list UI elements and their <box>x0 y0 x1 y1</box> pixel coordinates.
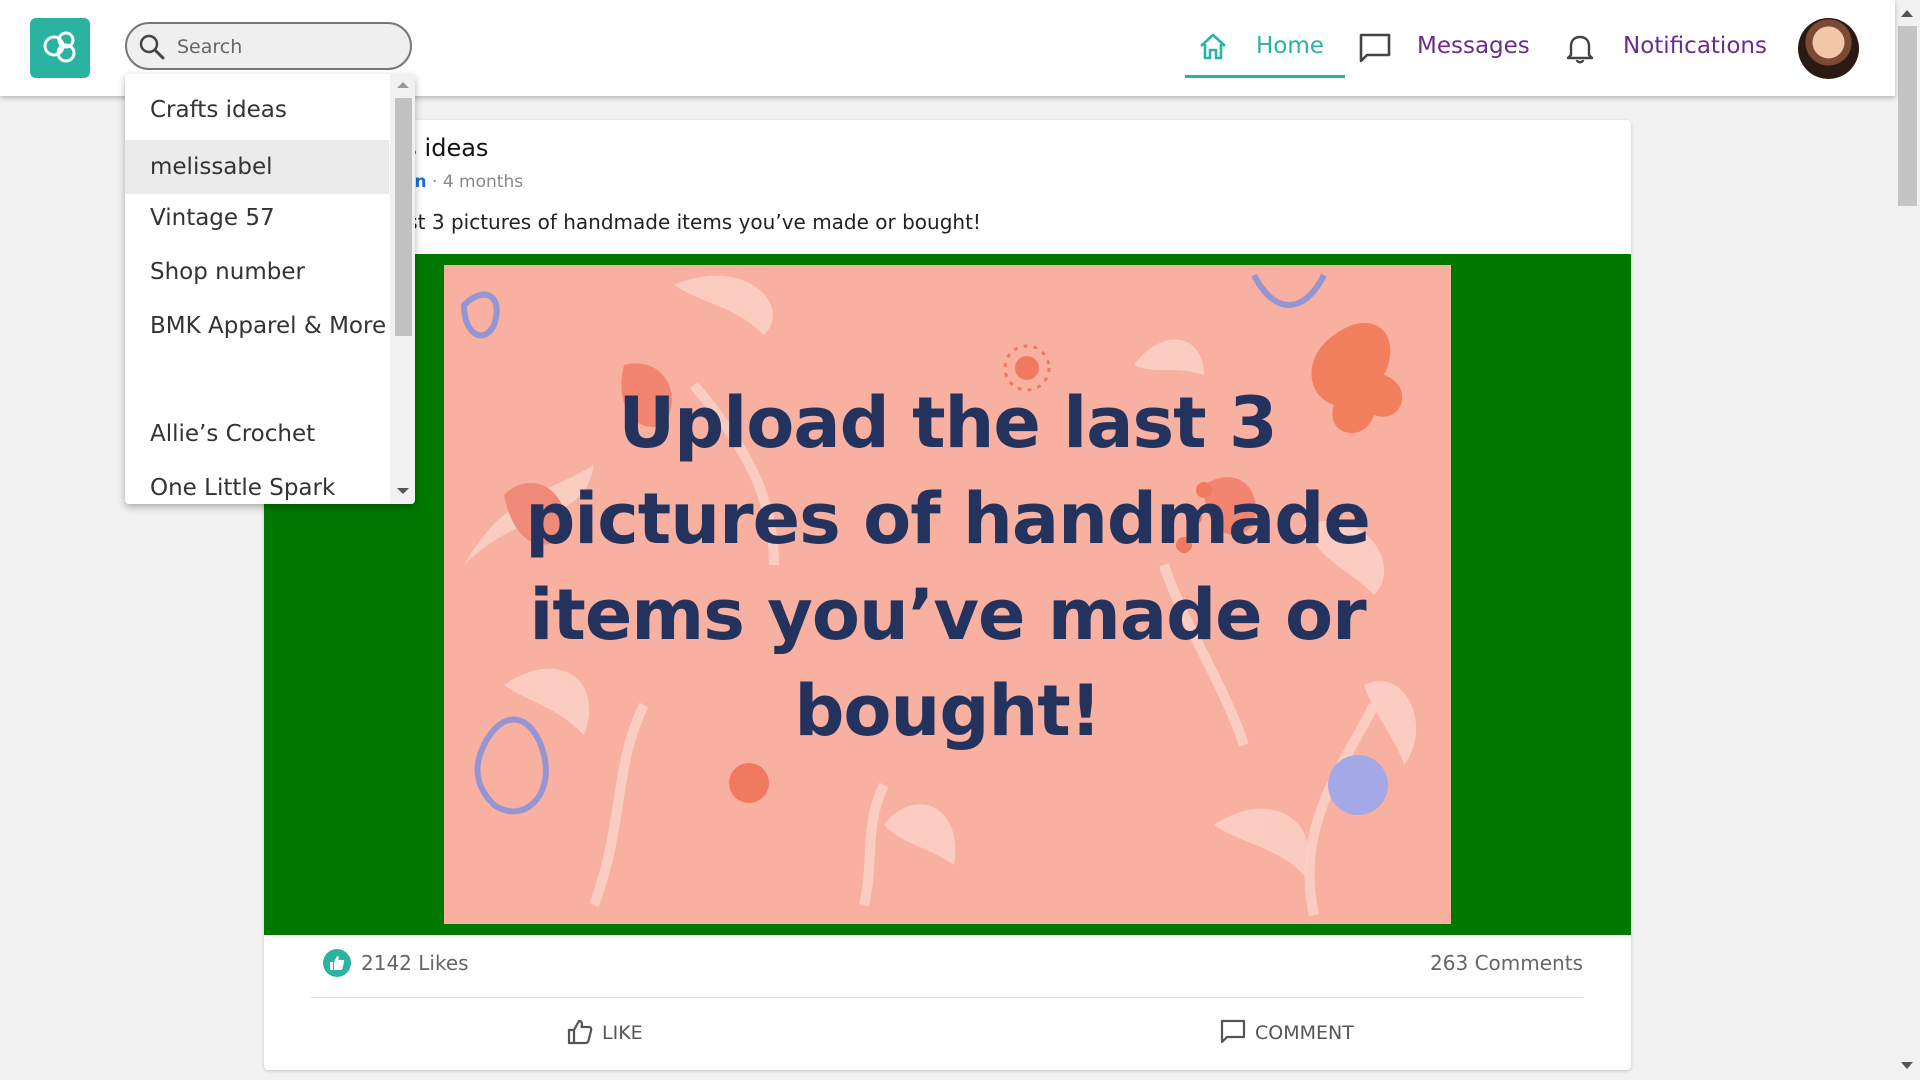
post-timestamp: · 4 months <box>432 172 524 192</box>
scroll-up-arrow-icon[interactable] <box>397 82 409 88</box>
comment-button[interactable]: COMMENT <box>1219 1012 1369 1052</box>
comment-button-label: COMMENT <box>1255 1022 1354 1044</box>
bell-icon <box>1566 35 1594 64</box>
post-body-text: ast 3 pictures of handmade items you’ve … <box>395 210 981 234</box>
scrollbar-thumb[interactable] <box>1898 26 1917 206</box>
dropdown-scrollbar[interactable] <box>390 74 415 504</box>
suggestion-item[interactable]: BMK Apparel & More <box>125 308 389 344</box>
dropdown-scrollbar-thumb[interactable] <box>395 98 412 336</box>
nav-messages[interactable]: Messages <box>1358 0 1530 80</box>
likes-count[interactable]: 2142 Likes <box>361 951 469 975</box>
home-icon <box>1200 33 1226 60</box>
comment-icon <box>1220 1019 1246 1044</box>
post-actions: LIKE COMMENT <box>311 998 1583 1070</box>
nav-home[interactable]: Home <box>1185 0 1345 80</box>
suggestion-item[interactable]: One Little Spark <box>125 470 389 504</box>
like-button[interactable]: LIKE <box>566 1012 676 1052</box>
suggestion-item[interactable]: Shop number <box>125 254 389 290</box>
search-icon <box>139 34 165 60</box>
like-button-label: LIKE <box>602 1022 643 1044</box>
avatar[interactable] <box>1798 18 1859 79</box>
scroll-down-arrow-icon[interactable] <box>397 488 409 494</box>
post-image: Upload the last 3 pictures of handmade i… <box>444 265 1451 924</box>
app-logo-icon[interactable] <box>30 18 90 78</box>
comments-count[interactable]: 263 Comments <box>1430 951 1583 975</box>
thumbs-up-icon <box>567 1019 593 1045</box>
scroll-down-arrow-icon[interactable] <box>1901 1062 1913 1069</box>
suggestion-item[interactable]: Vintage 57 <box>125 200 389 236</box>
nav-notifications-label: Notifications <box>1623 33 1767 59</box>
search-box[interactable] <box>125 22 412 70</box>
chat-bubble-icon <box>1359 33 1391 63</box>
thumbs-up-badge-icon <box>323 949 351 977</box>
active-tab-indicator <box>1185 75 1345 78</box>
post-stats: 2142 Likes 263 Comments <box>311 935 1583 998</box>
search-suggestions-dropdown: Crafts ideas melissabel Vintage 57 Shop … <box>125 74 415 504</box>
suggestion-item[interactable]: Allie’s Crochet <box>125 416 389 452</box>
nav-home-label: Home <box>1256 33 1324 59</box>
post-card: ts ideas fun · 4 months ast 3 pictures o… <box>264 120 1631 1070</box>
page-scrollbar[interactable] <box>1895 0 1920 1080</box>
nav-notifications[interactable]: Notifications <box>1565 0 1767 80</box>
suggestion-item[interactable]: melissabel <box>125 140 389 194</box>
suggestion-item[interactable]: Crafts ideas <box>125 92 389 128</box>
nav-messages-label: Messages <box>1417 33 1530 59</box>
scroll-up-arrow-icon[interactable] <box>1901 10 1913 17</box>
search-input[interactable] <box>175 33 399 61</box>
post-image-text: Upload the last 3 pictures of handmade i… <box>525 382 1371 752</box>
post-media[interactable]: Upload the last 3 pictures of handmade i… <box>264 254 1631 935</box>
